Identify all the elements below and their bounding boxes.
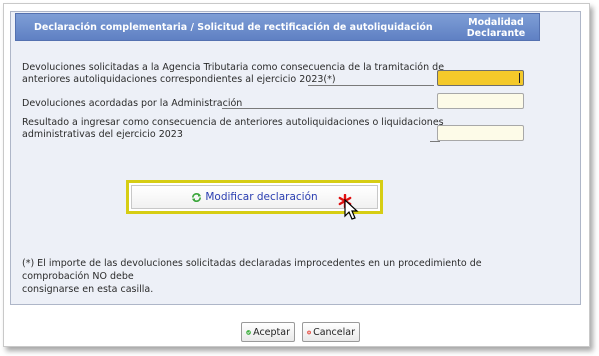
refresh-icon — [192, 192, 202, 202]
devoluciones-solicitadas-field[interactable] — [437, 70, 524, 86]
column-header-line2: Declarante — [466, 28, 526, 39]
row-leader-line — [222, 108, 434, 109]
section-title: Declaración complementaria / Solicitud d… — [34, 22, 433, 33]
cancel-icon — [307, 330, 311, 334]
row-label-devoluciones-solicitadas: Devoluciones solicitadas a la Agencia Tr… — [22, 62, 444, 86]
row-label-devoluciones-acordadas: Devoluciones acordadas por la Administra… — [22, 98, 242, 110]
footnote: (*) El importe de las devoluciones solic… — [22, 257, 542, 296]
row-label-resultado-ingresar: Resultado a ingresar como consecuencia d… — [22, 117, 444, 141]
resultado-ingresar-field[interactable] — [437, 125, 524, 141]
row-label-line: Devoluciones solicitadas a la Agencia Tr… — [22, 62, 445, 73]
devoluciones-acordadas-field[interactable] — [437, 93, 524, 109]
row-label-line: administrativas del ejercicio 2023 — [22, 129, 183, 140]
section-header: Declaración complementaria / Solicitud d… — [15, 13, 540, 41]
mouse-pointer-icon — [344, 199, 359, 220]
accept-button-label: Aceptar — [253, 326, 290, 338]
dialog-window: Declaración complementaria / Solicitud d… — [3, 3, 590, 347]
footnote-line: consignarse en esta casilla. — [22, 284, 154, 295]
row-leader-line — [430, 141, 440, 142]
footnote-line: (*) El importe de las devoluciones solic… — [22, 258, 482, 282]
cancel-button[interactable]: Cancelar — [302, 322, 360, 342]
accept-button[interactable]: Aceptar — [241, 322, 295, 342]
cancel-button-label: Cancelar — [313, 326, 355, 338]
modify-button-label: Modificar declaración — [205, 191, 318, 203]
column-header-line1: Modalidad — [468, 17, 524, 28]
row-leader-line — [308, 85, 434, 86]
row-label-line: Resultado a ingresar como consecuencia d… — [22, 117, 444, 128]
row-label-line: Devoluciones acordadas por la Administra… — [22, 98, 243, 109]
column-header-modalidad: Modalidad Declarante — [461, 17, 531, 39]
check-icon — [246, 329, 251, 335]
